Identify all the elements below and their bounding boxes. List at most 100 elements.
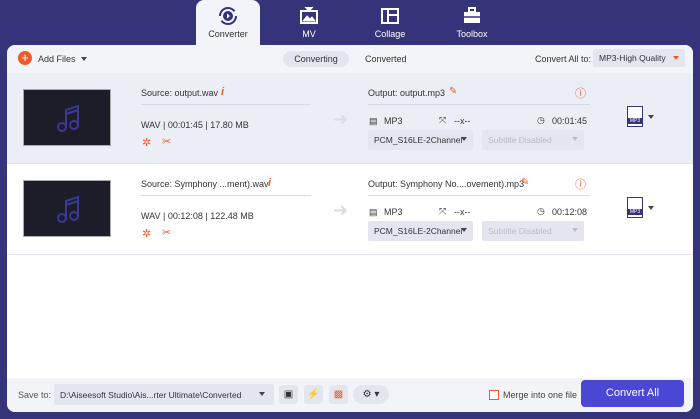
footer: Save to: D:\Aiseesoft Studio\Ais...rter … [7,378,693,412]
output-format: MP3 [384,116,403,126]
open-folder-button[interactable]: ▣ [279,385,298,404]
file-row[interactable]: Source: output.wav i WAV | 00:01:45 | 17… [7,73,693,164]
tab-label: Converter [208,29,248,39]
add-icon[interactable]: + [18,51,32,65]
toolbar: + Add Files Converting Converted Convert… [7,45,693,73]
settings-button[interactable]: ⚙ ▾ [353,385,389,404]
enhance-icon[interactable]: ✲ [142,227,151,240]
select-value: PCM_S16LE-2Channel [374,135,462,145]
format-file-icon[interactable]: MP3 [627,197,643,218]
tab-converting[interactable]: Converting [283,51,349,67]
film-icon: ▤ [369,116,378,127]
output-format: MP3 [384,207,403,217]
chevron-down-icon [461,228,467,232]
tab-converter[interactable]: Converter [196,0,260,47]
music-note-icon [24,90,112,147]
converter-panel: + Add Files Converting Converted Convert… [7,45,693,412]
arrow-right-icon: ➜ [333,200,348,221]
chevron-down-icon [259,392,265,396]
converter-icon [218,6,238,26]
tv-icon [299,6,319,26]
merge-label[interactable]: Merge into one file [503,390,577,400]
music-note-icon [24,181,112,238]
clock-icon: ◷ [537,115,545,126]
warning-icon[interactable]: ⓘ [575,85,586,101]
select-value: PCM_S16LE-2Channel [374,226,462,236]
film-icon: ▤ [369,207,378,218]
edit-icon[interactable]: ✎ [521,177,529,188]
format: WAV [141,211,161,221]
source-meta: WAV | 00:12:08 | 122.48 MB [141,211,254,221]
tab-collage[interactable]: Collage [358,0,422,47]
resolution-icon: ⤧ [439,115,446,126]
tab-toolbox[interactable]: Toolbox [440,0,504,47]
select-value: D:\Aiseesoft Studio\Ais...rter Ultimate\… [60,390,241,400]
output-duration: 00:12:08 [552,207,587,217]
format-file-icon[interactable]: MP3 [627,106,643,127]
duration: 00:01:45 [168,120,203,130]
add-files-button[interactable]: Add Files [38,54,76,64]
resolution-icon: ⤧ [439,206,446,217]
thumbnail[interactable] [23,89,111,146]
collage-icon [380,6,400,26]
info-icon[interactable]: i [268,177,271,189]
arrow-right-icon: ➜ [333,109,348,130]
source-name: Source: Symphony ...ment).wav [141,179,269,189]
save-path-select[interactable]: D:\Aiseesoft Studio\Ais...rter Ultimate\… [54,384,274,405]
edit-icon[interactable]: ✎ [449,86,457,97]
select-value: Subtitle Disabled [488,135,552,145]
chevron-down-icon[interactable] [648,115,654,119]
thumbnail[interactable] [23,180,111,237]
resolution: --x-- [454,116,471,126]
select-value: Subtitle Disabled [488,226,552,236]
cut-icon[interactable]: ✂ [162,226,171,239]
tab-mv[interactable]: MV [277,0,341,47]
cut-icon[interactable]: ✂ [162,135,171,148]
subtitle-select[interactable]: Subtitle Disabled [482,130,584,150]
chevron-down-icon [572,137,578,141]
chip-on-icon: ▩ [334,389,343,400]
chevron-down-icon [673,56,679,60]
divider [368,104,590,105]
save-to-label: Save to: [18,390,51,400]
enhance-icon[interactable]: ✲ [142,136,151,149]
divider [368,195,590,196]
subtitle-select[interactable]: Subtitle Disabled [482,221,584,241]
format: WAV [141,120,161,130]
file-size: 122.48 MB [210,211,254,221]
chevron-down-icon [461,137,467,141]
output-name: Output: Symphony No....ovement).mp3 [368,179,524,189]
chevron-down-icon[interactable] [81,57,87,61]
tab-label: Collage [375,29,406,39]
tab-label: Toolbox [456,29,487,39]
divider [141,195,311,196]
duration: 00:12:08 [168,211,203,221]
audio-track-select[interactable]: PCM_S16LE-2Channel [368,221,473,241]
file-row[interactable]: Source: Symphony ...ment).wav i WAV | 00… [7,164,693,255]
info-icon[interactable]: i [221,86,224,98]
hardware-acceleration-button[interactable]: ⚡ [304,385,323,404]
warning-icon[interactable]: ⓘ [575,176,586,192]
convert-all-to-label: Convert All to: [535,54,591,64]
gear-icon: ⚙ ▾ [363,389,380,400]
divider [141,104,311,105]
output-duration: 00:01:45 [552,116,587,126]
tab-label: MV [302,29,316,39]
clock-icon: ◷ [537,206,545,217]
convert-all-format-select[interactable]: MP3-High Quality [593,49,685,67]
audio-track-select[interactable]: PCM_S16LE-2Channel [368,130,473,150]
source-meta: WAV | 00:01:45 | 17.80 MB [141,120,249,130]
output-name: Output: output.mp3 [368,88,445,98]
merge-checkbox[interactable] [489,390,499,400]
file-size: 17.80 MB [210,120,249,130]
toolbox-icon [462,6,482,26]
gpu-acceleration-button[interactable]: ▩ [329,385,348,404]
lightning-off-icon: ⚡ [307,389,319,400]
resolution: --x-- [454,207,471,217]
select-value: MP3-High Quality [599,53,666,63]
source-name: Source: output.wav [141,88,218,98]
tab-converted[interactable]: Converted [365,54,407,64]
chevron-down-icon[interactable] [648,206,654,210]
convert-all-button[interactable]: Convert All [581,380,684,407]
folder-icon: ▣ [284,389,293,400]
